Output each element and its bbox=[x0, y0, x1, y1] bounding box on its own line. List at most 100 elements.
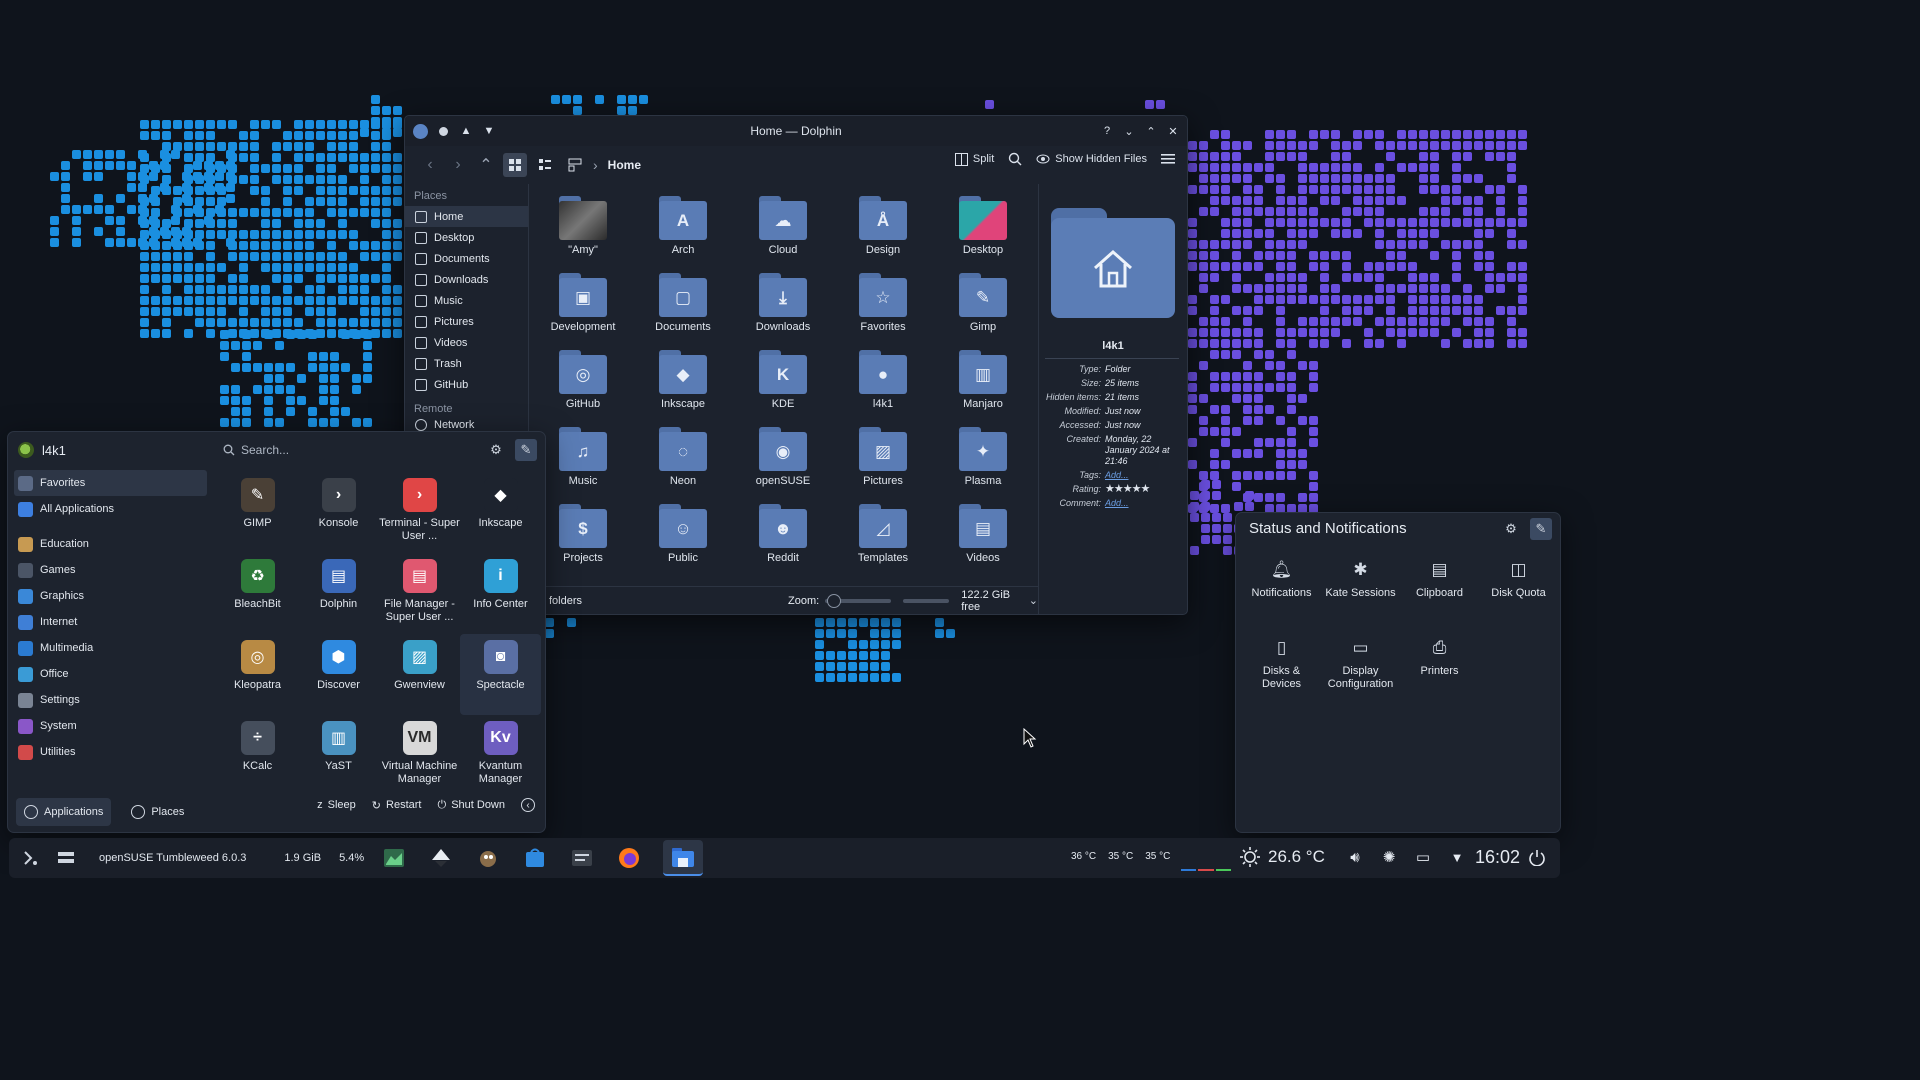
task-inkscape[interactable] bbox=[428, 845, 454, 871]
minimize-button[interactable]: ⌄ bbox=[1121, 123, 1137, 139]
app-item[interactable]: ▤ Dolphin bbox=[298, 553, 379, 634]
configure-button[interactable]: ⚙ bbox=[485, 439, 507, 461]
place-item[interactable]: Documents bbox=[405, 248, 528, 269]
tray-item[interactable]: ▭ Display Configuration bbox=[1321, 637, 1400, 715]
folder-item[interactable]: ✎ Gimp bbox=[933, 269, 1033, 346]
pager-button[interactable] bbox=[53, 845, 79, 871]
task-gimp[interactable] bbox=[475, 845, 501, 871]
clock[interactable]: 16:02 bbox=[1475, 847, 1520, 868]
app-item[interactable]: ⬢ Discover bbox=[298, 634, 379, 715]
place-item[interactable]: Trash bbox=[405, 353, 528, 374]
maximize-button[interactable]: ⌃ bbox=[1143, 123, 1159, 139]
icons-view-button[interactable] bbox=[503, 153, 527, 177]
folder-item[interactable]: Desktop bbox=[933, 192, 1033, 269]
on-all-desktops-icon[interactable] bbox=[435, 123, 451, 139]
folder-item[interactable]: ◿ Templates bbox=[833, 500, 933, 577]
shutdown-button[interactable]: ⏻ Shut Down bbox=[437, 799, 505, 812]
app-item[interactable]: ◙ Spectacle bbox=[460, 634, 541, 715]
place-item[interactable]: Home bbox=[405, 206, 528, 227]
search-input[interactable]: Search... bbox=[215, 439, 483, 461]
category-item[interactable]: All Applications bbox=[14, 496, 207, 522]
tray-item[interactable]: 🔔︎ Notifications bbox=[1242, 559, 1321, 637]
tray-item[interactable]: ⎙ Printers bbox=[1400, 637, 1479, 715]
sleep-button[interactable]: z Sleep bbox=[317, 799, 356, 811]
folder-item[interactable]: ☻ Reddit bbox=[733, 500, 833, 577]
folder-item[interactable]: ◉ openSUSE bbox=[733, 423, 833, 500]
app-item[interactable]: ▨ Gwenview bbox=[379, 634, 460, 715]
more-power-button[interactable]: ‹ bbox=[521, 798, 535, 812]
compact-view-button[interactable] bbox=[533, 153, 557, 177]
place-item[interactable]: Music bbox=[405, 290, 528, 311]
keep-above-icon[interactable]: ▲ bbox=[458, 123, 474, 139]
back-button[interactable]: ‹ bbox=[419, 154, 441, 176]
search-button[interactable] bbox=[1008, 152, 1022, 166]
place-item[interactable]: Downloads bbox=[405, 269, 528, 290]
app-item[interactable]: Kv Kvantum Manager bbox=[460, 715, 541, 796]
folder-item[interactable]: ✦ Plasma bbox=[933, 423, 1033, 500]
tray-pin-button[interactable]: ✎ bbox=[1530, 518, 1552, 540]
keep-below-icon[interactable]: ▼ bbox=[481, 123, 497, 139]
folder-item[interactable]: ▥ Manjaro bbox=[933, 346, 1033, 423]
tray-item[interactable]: ▯ Disks & Devices bbox=[1242, 637, 1321, 715]
breadcrumb-home[interactable]: Home bbox=[608, 158, 641, 172]
place-item[interactable]: GitHub bbox=[405, 374, 528, 395]
details-view-button[interactable] bbox=[563, 153, 587, 177]
tab-places[interactable]: Places bbox=[123, 798, 192, 826]
session-power-button[interactable] bbox=[1528, 848, 1546, 869]
app-item[interactable]: ✎ GIMP bbox=[217, 472, 298, 553]
folder-item[interactable]: "Amy" bbox=[533, 192, 633, 269]
folder-item[interactable]: ☺ Public bbox=[633, 500, 733, 577]
tab-applications[interactable]: Applications bbox=[16, 798, 112, 826]
folder-item[interactable]: ☆ Favorites bbox=[833, 269, 933, 346]
user-header[interactable]: l4k1 bbox=[8, 442, 66, 458]
space-info-chevron-icon[interactable]: ⌄ bbox=[1029, 594, 1038, 607]
pin-button[interactable]: ✎ bbox=[515, 439, 537, 461]
category-item[interactable]: Internet bbox=[14, 609, 207, 635]
app-item[interactable]: VM Virtual Machine Manager bbox=[379, 715, 460, 796]
up-button[interactable]: ⌃ bbox=[475, 154, 497, 176]
category-item[interactable]: System bbox=[14, 713, 207, 739]
tray-item[interactable]: ▤ Clipboard bbox=[1400, 559, 1479, 637]
help-button[interactable]: ? bbox=[1099, 123, 1115, 139]
titlebar[interactable]: ▲ ▼ Home — Dolphin ? ⌄ ⌃ ✕ bbox=[405, 116, 1187, 146]
place-item[interactable]: Desktop bbox=[405, 227, 528, 248]
dolphin-app-icon[interactable] bbox=[413, 123, 428, 139]
folder-item[interactable]: ♫ Music bbox=[533, 423, 633, 500]
rating-stars[interactable]: ★★★★★ bbox=[1105, 484, 1150, 495]
task-discover[interactable] bbox=[522, 845, 548, 871]
category-item[interactable]: Office bbox=[14, 661, 207, 687]
task-firefox[interactable] bbox=[616, 845, 642, 871]
folder-item[interactable]: ◆ Inkscape bbox=[633, 346, 733, 423]
category-item[interactable]: Settings bbox=[14, 687, 207, 713]
info-value[interactable]: Add... bbox=[1105, 470, 1129, 481]
app-item[interactable]: i Info Center bbox=[460, 553, 541, 634]
app-item[interactable]: ▤ File Manager - Super User ... bbox=[379, 553, 460, 634]
folder-item[interactable]: ◌ Neon bbox=[633, 423, 733, 500]
folder-item[interactable]: ▢ Documents bbox=[633, 269, 733, 346]
info-value[interactable]: Add... bbox=[1105, 498, 1129, 509]
folder-item[interactable]: ⤓ Downloads bbox=[733, 269, 833, 346]
category-item[interactable]: Favorites bbox=[14, 470, 207, 496]
restart-button[interactable]: ↻ Restart bbox=[372, 799, 422, 812]
app-item[interactable]: ÷ KCalc bbox=[217, 715, 298, 796]
task-dolphin[interactable] bbox=[663, 840, 703, 876]
category-item[interactable]: Multimedia bbox=[14, 635, 207, 661]
night-light-button[interactable]: ✺ bbox=[1379, 847, 1399, 867]
folder-item[interactable]: ▨ Pictures bbox=[833, 423, 933, 500]
folder-item[interactable]: ☁ Cloud bbox=[733, 192, 833, 269]
category-item[interactable]: Education bbox=[14, 531, 207, 557]
forward-button[interactable]: › bbox=[447, 154, 469, 176]
category-item[interactable]: Graphics bbox=[14, 583, 207, 609]
folder-item[interactable]: ● l4k1 bbox=[833, 346, 933, 423]
tray-expand-button[interactable]: ▼ bbox=[1447, 847, 1467, 867]
folder-item[interactable]: A Arch bbox=[633, 192, 733, 269]
show-hidden-files-button[interactable]: Show Hidden Files bbox=[1036, 153, 1147, 165]
hamburger-menu-button[interactable] bbox=[1161, 153, 1175, 165]
close-button[interactable]: ✕ bbox=[1165, 123, 1181, 139]
place-item[interactable]: Videos bbox=[405, 332, 528, 353]
app-item[interactable]: ◆ Inkscape bbox=[460, 472, 541, 553]
tray-configure-button[interactable]: ⚙ bbox=[1500, 518, 1522, 540]
app-item[interactable]: › Konsole bbox=[298, 472, 379, 553]
folder-item[interactable]: ▤ Videos bbox=[933, 500, 1033, 577]
app-item[interactable]: › Terminal - Super User ... bbox=[379, 472, 460, 553]
